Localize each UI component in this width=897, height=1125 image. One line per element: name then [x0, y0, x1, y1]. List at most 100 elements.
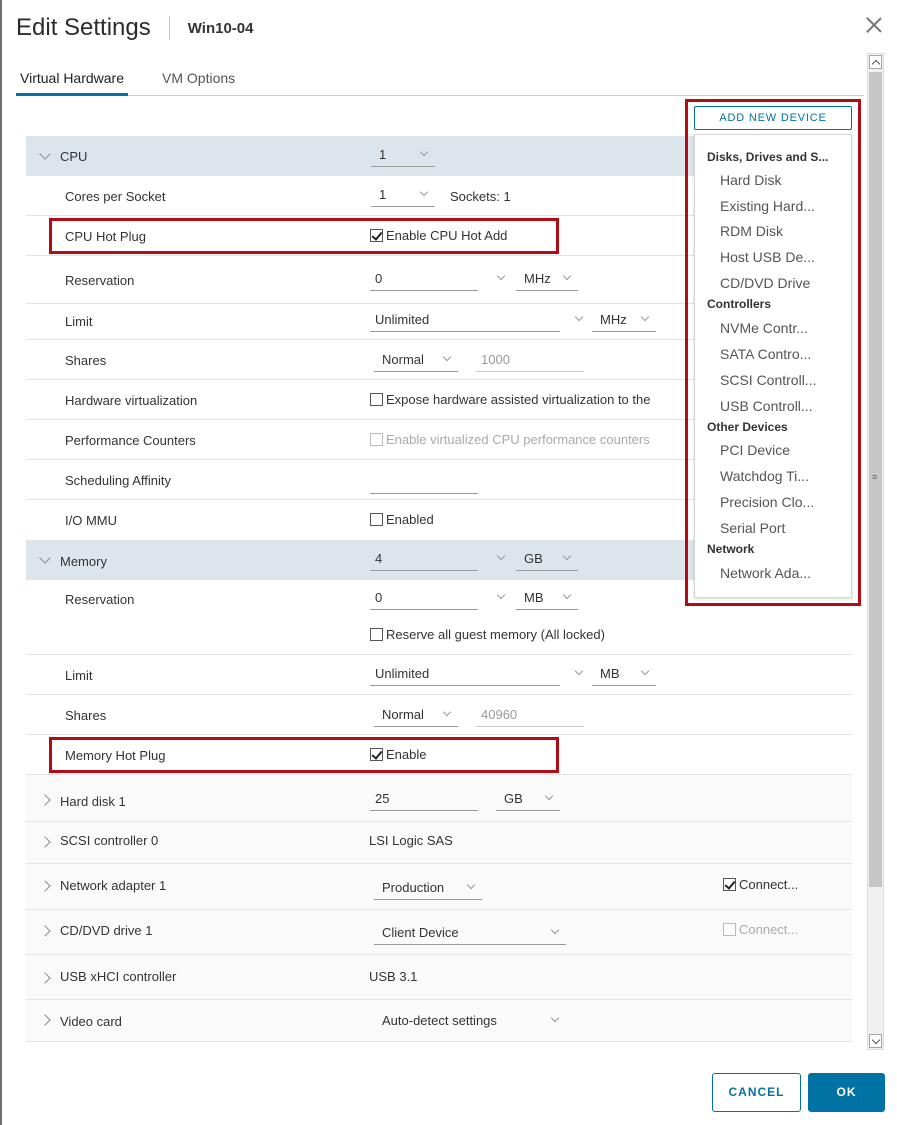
chevron-down-icon[interactable]	[39, 148, 51, 160]
checkbox-disabled-icon	[370, 433, 383, 446]
scsi-controller-row[interactable]: SCSI controller 0 LSI Logic SAS	[26, 822, 852, 864]
memory-shares-number: 40960	[476, 705, 584, 727]
scroll-up-arrow-icon[interactable]	[869, 55, 882, 69]
ok-button[interactable]: OK	[808, 1073, 885, 1112]
iommu-checkbox[interactable]: Enabled	[370, 512, 434, 527]
close-icon[interactable]	[863, 14, 885, 36]
cpu-limit-input[interactable]: Unlimited	[370, 310, 560, 332]
menu-group-other-devices: Other Devices	[707, 420, 788, 434]
memory-size-input[interactable]: 4	[370, 549, 478, 571]
chevron-down-icon	[550, 925, 560, 935]
usb-controller-row[interactable]: USB xHCI controller USB 3.1	[26, 955, 852, 1000]
checkbox-checked-icon[interactable]	[370, 229, 383, 242]
cpu-reservation-input[interactable]: 0	[370, 269, 478, 291]
hard-disk-size-input[interactable]: 25	[370, 789, 478, 811]
cpu-limit-unit-select[interactable]: MHz	[592, 310, 656, 332]
chevron-down-icon	[544, 791, 554, 801]
cpu-count-select[interactable]: 1	[371, 145, 435, 167]
tab-virtual-hardware[interactable]: Virtual Hardware	[16, 62, 129, 96]
network-adapter-row[interactable]: Network adapter 1 Production Connect...	[26, 864, 852, 910]
cpu-shares-select[interactable]: Normal	[374, 350, 458, 372]
cpu-reservation-dropdown[interactable]	[478, 269, 508, 291]
menu-item-host-usb[interactable]: Host USB De...	[720, 249, 815, 265]
dialog-left-border	[0, 0, 2, 1125]
network-connect-checkbox[interactable]: Connect...	[723, 877, 798, 892]
menu-item-sata-controller[interactable]: SATA Contro...	[720, 346, 811, 362]
chevron-down-icon	[496, 271, 506, 281]
add-new-device-button[interactable]: ADD NEW DEVICE	[694, 106, 852, 130]
checkbox-checked-icon[interactable]	[370, 748, 383, 761]
hw-virtualization-label: Hardware virtualization	[65, 393, 198, 408]
memory-size-dropdown[interactable]	[478, 549, 508, 571]
memory-reservation-dropdown[interactable]	[478, 588, 508, 610]
menu-item-hard-disk[interactable]: Hard Disk	[720, 172, 781, 188]
chevron-down-icon	[419, 187, 429, 197]
video-card-select[interactable]: Auto-detect settings	[374, 1011, 566, 1033]
memory-reservation-unit-select[interactable]: MB	[516, 588, 578, 610]
chevron-right-icon[interactable]	[39, 880, 51, 892]
menu-item-serial-port[interactable]: Serial Port	[720, 520, 785, 536]
network-select[interactable]: Production	[374, 878, 482, 900]
cancel-button[interactable]: CANCEL	[712, 1073, 801, 1112]
chevron-right-icon[interactable]	[39, 1014, 51, 1026]
memory-limit-label: Limit	[65, 668, 93, 683]
memory-limit-unit-select[interactable]: MB	[592, 664, 656, 686]
menu-item-network-adapter[interactable]: Network Ada...	[720, 565, 811, 581]
cpu-shares-label: Shares	[65, 353, 107, 368]
menu-item-pci-device[interactable]: PCI Device	[720, 442, 790, 458]
chevron-right-icon[interactable]	[39, 972, 51, 984]
menu-item-existing-hard-disk[interactable]: Existing Hard...	[720, 198, 815, 214]
chevron-right-icon[interactable]	[39, 925, 51, 937]
memory-shares-select[interactable]: Normal	[374, 705, 458, 727]
memory-limit-input[interactable]: Unlimited	[370, 664, 560, 686]
checkbox-unchecked-icon[interactable]	[370, 393, 383, 406]
hard-disk-row[interactable]: Hard disk 1 25 GB	[26, 775, 852, 822]
chevron-down-icon[interactable]	[39, 552, 51, 564]
tab-vm-options[interactable]: VM Options	[158, 62, 239, 96]
menu-item-nvme-controller[interactable]: NVMe Contr...	[720, 320, 808, 336]
menu-item-usb-controller[interactable]: USB Controll...	[720, 398, 813, 414]
cores-per-socket-select[interactable]: 1	[371, 185, 435, 207]
cddvd-connect-checkbox: Connect...	[723, 922, 798, 937]
video-card-label: Video card	[60, 1014, 122, 1029]
chevron-down-icon	[496, 590, 506, 600]
reserve-all-memory-checkbox[interactable]: Reserve all guest memory (All locked)	[370, 627, 605, 642]
scrollbar[interactable]: ≡	[867, 53, 884, 1050]
menu-item-watchdog-timer[interactable]: Watchdog Ti...	[720, 468, 809, 484]
memory-reservation-input[interactable]: 0	[370, 588, 478, 610]
memory-unit-select[interactable]: GB	[516, 549, 578, 571]
menu-item-scsi-controller[interactable]: SCSI Controll...	[720, 372, 816, 388]
memory-limit-dropdown[interactable]	[560, 664, 584, 686]
chevron-right-icon[interactable]	[39, 794, 51, 806]
scrollbar-thumb[interactable]: ≡	[869, 72, 882, 887]
video-card-row[interactable]: Video card Auto-detect settings	[26, 1000, 852, 1042]
memory-hot-plug-checkbox[interactable]: Enable	[370, 747, 426, 762]
cpu-limit-dropdown[interactable]	[560, 310, 584, 332]
chevron-down-icon	[442, 352, 452, 362]
chevron-down-icon	[496, 551, 506, 561]
memory-label: Memory	[60, 554, 107, 569]
memory-shares-label: Shares	[65, 708, 107, 723]
cddvd-drive-row[interactable]: CD/DVD drive 1 Client Device Connect...	[26, 910, 852, 955]
menu-item-rdm-disk[interactable]: RDM Disk	[720, 223, 783, 239]
cpu-reservation-unit-select[interactable]: MHz	[516, 269, 578, 291]
checkbox-checked-icon[interactable]	[723, 878, 736, 891]
memory-hot-plug-row: Memory Hot Plug Enable	[26, 735, 852, 775]
hard-disk-unit-select[interactable]: GB	[496, 789, 560, 811]
scheduling-affinity-input[interactable]	[370, 472, 478, 494]
menu-item-cddvd-drive[interactable]: CD/DVD Drive	[720, 275, 810, 291]
chevron-right-icon[interactable]	[39, 836, 51, 848]
menu-group-controllers: Controllers	[707, 297, 772, 311]
scroll-down-arrow-icon[interactable]	[869, 1034, 882, 1048]
chevron-down-icon	[640, 666, 650, 676]
cpu-hot-add-checkbox[interactable]: Enable CPU Hot Add	[370, 228, 507, 243]
hw-virtualization-checkbox[interactable]: Expose hardware assisted virtualization …	[370, 392, 694, 407]
cpu-limit-label: Limit	[65, 314, 93, 329]
checkbox-unchecked-icon[interactable]	[370, 513, 383, 526]
cddvd-select[interactable]: Client Device	[374, 923, 566, 945]
grip-icon: ≡	[872, 472, 878, 482]
menu-item-precision-clock[interactable]: Precision Clo...	[720, 494, 814, 510]
checkbox-unchecked-icon[interactable]	[370, 628, 383, 641]
chevron-down-icon	[574, 666, 584, 676]
chevron-down-icon	[574, 312, 584, 322]
